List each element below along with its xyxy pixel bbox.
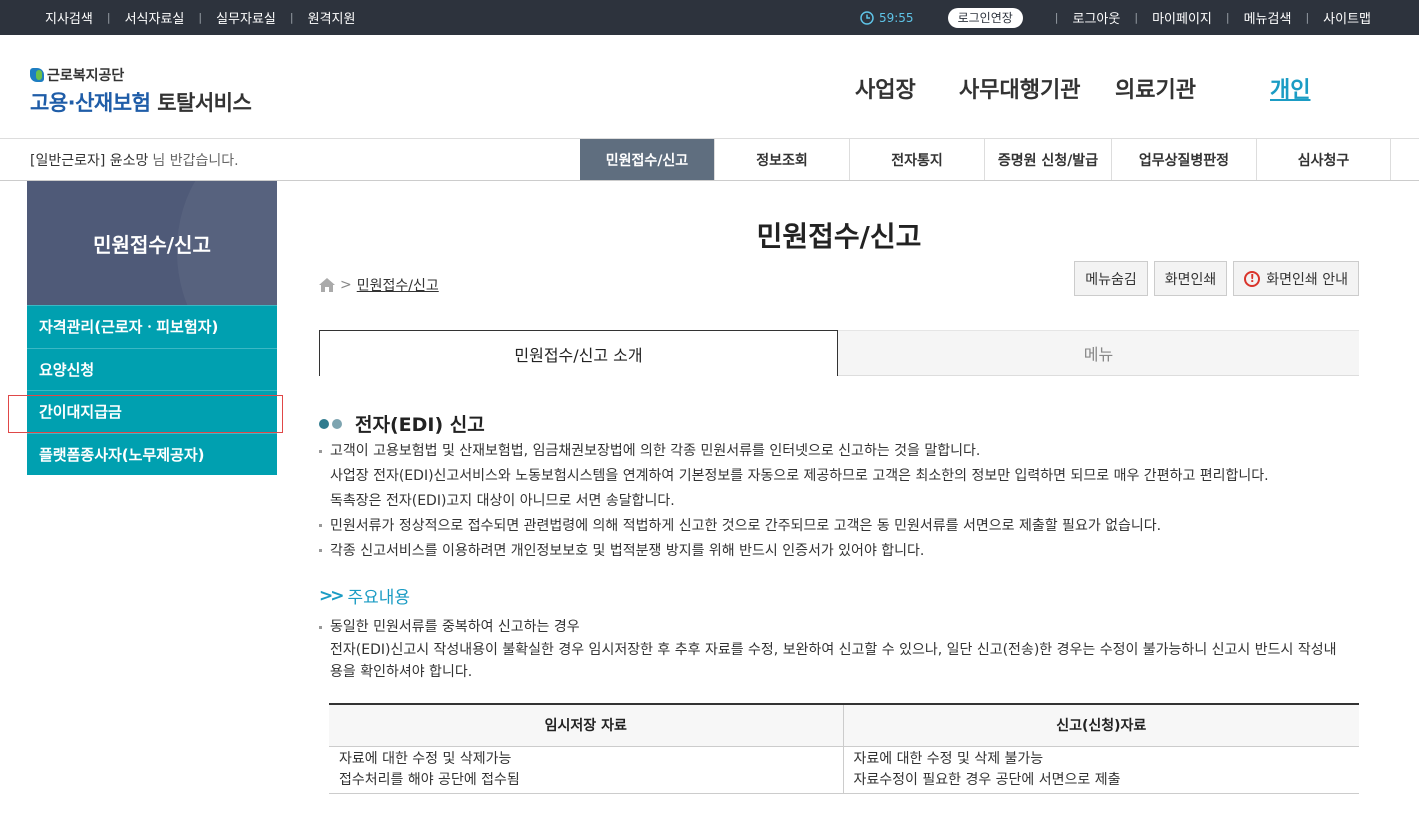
paragraph: 독촉장은 전자(EDI)고지 대상이 아니므로 서면 송달합니다. <box>330 493 675 509</box>
left-nav-item-qualification[interactable]: 자격관리(근로자ㆍ피보험자) <box>27 305 277 348</box>
left-nav-item-platform-worker[interactable]: 플랫폼종사자(노무제공자) <box>27 432 277 475</box>
paragraph: 전자(EDI)신고시 작성내용이 불확실한 경우 임시저장한 후 추후 자료를 … <box>330 642 1337 658</box>
logo-sub: 근로복지공단 <box>30 65 251 85</box>
paragraph: 고객이 고용보험법 및 산재보험법, 임금채권보장법에 의한 각종 민원서류를 … <box>330 443 981 459</box>
user-greeting: [일반근로자] 윤소망 님 반갑습니다. <box>30 139 239 181</box>
bullet-icon <box>319 626 322 629</box>
user-type: [일반근로자] <box>30 153 106 169</box>
sub-nav-bar: [일반근로자] 윤소망 님 반갑습니다. 민원접수/신고 정보조회 전자통지 증명… <box>0 139 1419 181</box>
table-cell: 자료에 대한 수정 및 삭제 불가능 자료수정이 필요한 경우 공단에 서면으로… <box>842 746 1359 794</box>
tab-info-lookup[interactable]: 정보조회 <box>714 139 849 180</box>
sub-section-title: >> 주요내용 <box>319 585 411 609</box>
print-guide-button[interactable]: ! 화면인쇄 안내 <box>1233 261 1359 296</box>
branch-search-link[interactable]: 지사검색 <box>45 8 93 27</box>
paragraph: 각종 신고서비스를 이용하려면 개인정보보호 및 법적분쟁 방지를 위해 반드시… <box>330 543 925 559</box>
table-row: 자료에 대한 수정 및 삭제가능 접수처리를 해야 공단에 접수됨 자료에 대한… <box>329 746 1359 794</box>
table-header-row: 임시저장 자료 신고(신청)자료 <box>329 703 1359 747</box>
bullet-dots-icon <box>319 418 345 429</box>
left-nav-item-care-request[interactable]: 요양신청 <box>27 347 277 390</box>
bullet-icon <box>319 524 322 527</box>
warning-icon: ! <box>1244 270 1261 287</box>
remote-support-link[interactable]: 원격지원 <box>308 8 356 27</box>
main-menu-tabs: 민원접수/신고 정보조회 전자통지 증명원 신청/발급 업무상질병판정 심사청구 <box>580 139 1391 180</box>
site-header: 근로복지공단 고용·산재보험 토탈서비스 사업장 사무대행기관 의료기관 개인 <box>0 35 1419 139</box>
breadcrumb-separator: > <box>340 277 352 293</box>
extend-login-button[interactable]: 로그인연장 <box>947 7 1023 28</box>
home-icon[interactable] <box>319 278 335 292</box>
practice-library-link[interactable]: 실무자료실 <box>216 8 276 27</box>
separator: | <box>289 11 294 24</box>
greeting-text: 님 반갑습니다. <box>152 153 239 169</box>
logo-mark-icon <box>30 68 44 82</box>
paragraph: 동일한 민원서류를 중복하여 신고하는 경우 <box>330 619 580 635</box>
tab-intro[interactable]: 민원접수/신고 소개 <box>319 330 838 376</box>
session-timer: 59:55 <box>860 11 914 25</box>
tab-e-notice[interactable]: 전자통지 <box>849 139 984 180</box>
user-name: 윤소망 <box>109 153 149 169</box>
clock-icon <box>860 10 874 25</box>
logout-link[interactable]: 로그아웃 <box>1073 8 1121 27</box>
account-links: 59:55 로그인연장 | 로그아웃 | 마이페이지 | 메뉴검색 | 사이트맵 <box>860 0 1371 35</box>
left-nav-title: 민원접수/신고 <box>27 181 277 305</box>
separator: | <box>198 11 203 24</box>
page-tools: 메뉴숨김 화면인쇄 ! 화면인쇄 안내 <box>1068 261 1359 296</box>
session-time: 59:55 <box>878 10 914 25</box>
paragraph: 사업장 전자(EDI)신고서비스와 노동보험시스템을 연계하여 기본정보를 자동… <box>330 468 1269 484</box>
tab-disease-judgment[interactable]: 업무상질병판정 <box>1111 139 1256 180</box>
section-title: 전자(EDI) 신고 <box>319 410 485 437</box>
comparison-table: 임시저장 자료 신고(신청)자료 자료에 대한 수정 및 삭제가능 접수처리를 … <box>329 703 1359 794</box>
tab-menu[interactable]: 메뉴 <box>838 330 1359 376</box>
utility-bar: 지사검색 | 서식자료실 | 실무자료실 | 원격지원 59:55 로그인연장 … <box>0 0 1419 35</box>
bullet-icon <box>319 450 322 453</box>
bullet-icon <box>319 549 322 552</box>
separator: | <box>1054 11 1059 24</box>
forms-library-link[interactable]: 서식자료실 <box>125 8 185 27</box>
breadcrumb: > 민원접수/신고 <box>319 275 439 295</box>
gnb-medical[interactable]: 의료기관 <box>1115 72 1196 104</box>
site-logo[interactable]: 근로복지공단 고용·산재보험 토탈서비스 <box>30 65 252 117</box>
page-title: 민원접수/신고 <box>756 220 922 253</box>
table-cell: 자료에 대한 수정 및 삭제가능 접수처리를 해야 공단에 접수됨 <box>329 746 843 794</box>
table-header: 임시저장 자료 <box>329 703 843 747</box>
breadcrumb-current[interactable]: 민원접수/신고 <box>357 275 439 295</box>
paragraph: 민원서류가 정상적으로 접수되면 관련법령에 의해 적법하게 신고한 것으로 간… <box>330 518 1162 534</box>
separator: | <box>1305 11 1310 24</box>
tab-certificate[interactable]: 증명원 신청/발급 <box>984 139 1111 180</box>
utility-links: 지사검색 | 서식자료실 | 실무자료실 | 원격지원 <box>45 0 355 35</box>
mypage-link[interactable]: 마이페이지 <box>1152 8 1212 27</box>
table-header: 신고(신청)자료 <box>842 703 1359 747</box>
separator: | <box>1225 11 1230 24</box>
tab-review-claim[interactable]: 심사청구 <box>1256 139 1391 180</box>
selection-highlight <box>8 395 283 433</box>
double-chevron-icon: >> <box>319 585 344 606</box>
gnb-personal[interactable]: 개인 <box>1270 72 1310 104</box>
gnb-agency[interactable]: 사무대행기관 <box>959 72 1080 104</box>
sitemap-link[interactable]: 사이트맵 <box>1323 8 1371 27</box>
print-button[interactable]: 화면인쇄 <box>1153 261 1228 296</box>
separator: | <box>106 11 111 24</box>
menu-search-link[interactable]: 메뉴검색 <box>1244 8 1292 27</box>
content-tabs: 민원접수/신고 소개 메뉴 <box>319 330 1359 376</box>
separator: | <box>1134 11 1139 24</box>
gnb-business[interactable]: 사업장 <box>855 72 916 104</box>
logo-main: 고용·산재보험 토탈서비스 <box>30 91 252 115</box>
hide-menu-button[interactable]: 메뉴숨김 <box>1074 261 1148 296</box>
tab-civil-report[interactable]: 민원접수/신고 <box>580 139 714 180</box>
paragraph: 용을 확인하셔야 합니다. <box>330 664 473 680</box>
